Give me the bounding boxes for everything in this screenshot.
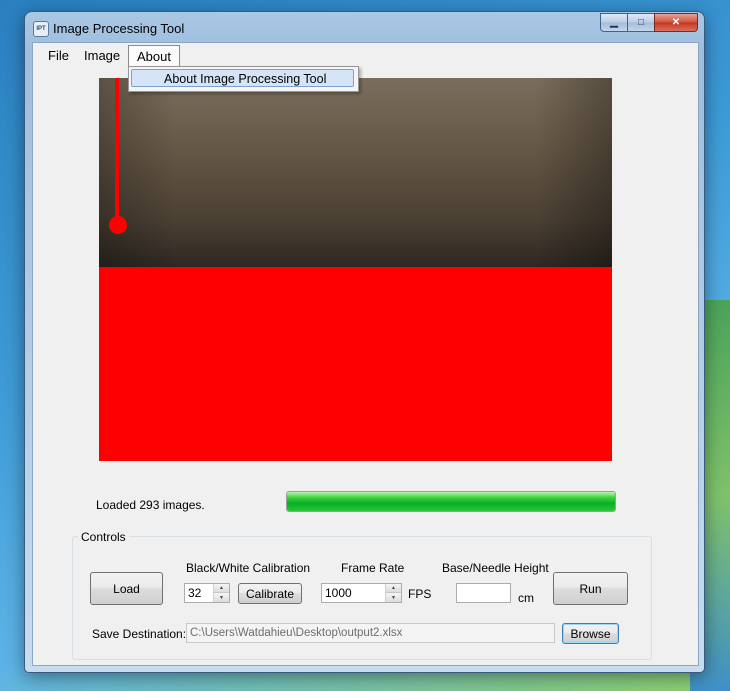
menu-bar: File Image About xyxy=(33,43,698,68)
frame-rate-label: Frame Rate xyxy=(341,561,405,575)
browse-button[interactable]: Browse xyxy=(562,623,619,644)
needle-shaft xyxy=(115,78,119,224)
calibrate-button[interactable]: Calibrate xyxy=(238,583,302,604)
calibration-label: Black/White Calibration xyxy=(186,561,311,575)
needle-droplet xyxy=(109,216,127,234)
title-bar[interactable]: IPT Image Processing Tool ▁ □ ✕ xyxy=(25,12,704,42)
close-button[interactable]: ✕ xyxy=(654,13,698,32)
close-icon: ✕ xyxy=(671,17,681,28)
controls-group-label: Controls xyxy=(78,530,129,544)
spin-up-icon[interactable]: ▲ xyxy=(214,584,229,593)
maximize-icon: □ xyxy=(637,17,645,28)
cm-unit: cm xyxy=(518,591,534,605)
needle-height-input[interactable] xyxy=(456,583,511,603)
maximize-button[interactable]: □ xyxy=(627,13,655,32)
menu-file[interactable]: File xyxy=(42,47,75,64)
calibration-spinner[interactable]: 32 ▲ ▼ xyxy=(184,583,230,603)
save-destination-field[interactable]: C:\Users\Watdahieu\Desktop\output2.xlsx xyxy=(186,623,555,643)
minimize-button[interactable]: ▁ xyxy=(600,13,628,32)
frame-rate-value: 1000 xyxy=(325,586,352,600)
window-title: Image Processing Tool xyxy=(53,21,185,36)
about-dropdown: About Image Processing Tool xyxy=(128,66,359,92)
menu-image[interactable]: Image xyxy=(78,47,126,64)
menu-about[interactable]: About xyxy=(128,45,180,68)
calibration-value: 32 xyxy=(188,586,202,600)
image-preview xyxy=(99,78,612,461)
spin-down-icon[interactable]: ▼ xyxy=(386,593,401,602)
image-background-region xyxy=(99,78,612,267)
save-destination-value: C:\Users\Watdahieu\Desktop\output2.xlsx xyxy=(190,627,403,639)
progress-fill xyxy=(287,492,615,511)
spin-down-icon[interactable]: ▼ xyxy=(214,593,229,602)
status-label: Loaded 293 images. xyxy=(96,498,205,512)
run-button[interactable]: Run xyxy=(553,572,628,605)
app-window: IPT Image Processing Tool ▁ □ ✕ File Ima… xyxy=(25,12,704,672)
fps-unit: FPS xyxy=(408,587,432,601)
client-area: File Image About About Image Processing … xyxy=(32,42,699,666)
save-destination-label: Save Destination: xyxy=(92,627,187,641)
minimize-icon: ▁ xyxy=(610,17,618,28)
app-icon: IPT xyxy=(33,21,49,37)
frame-rate-spinner[interactable]: 1000 ▲ ▼ xyxy=(321,583,402,603)
menu-item-about-tool[interactable]: About Image Processing Tool xyxy=(131,69,354,87)
load-button[interactable]: Load xyxy=(90,572,163,605)
needle-height-label: Base/Needle Height xyxy=(442,561,549,575)
progress-bar xyxy=(286,491,616,512)
spin-up-icon[interactable]: ▲ xyxy=(386,584,401,593)
